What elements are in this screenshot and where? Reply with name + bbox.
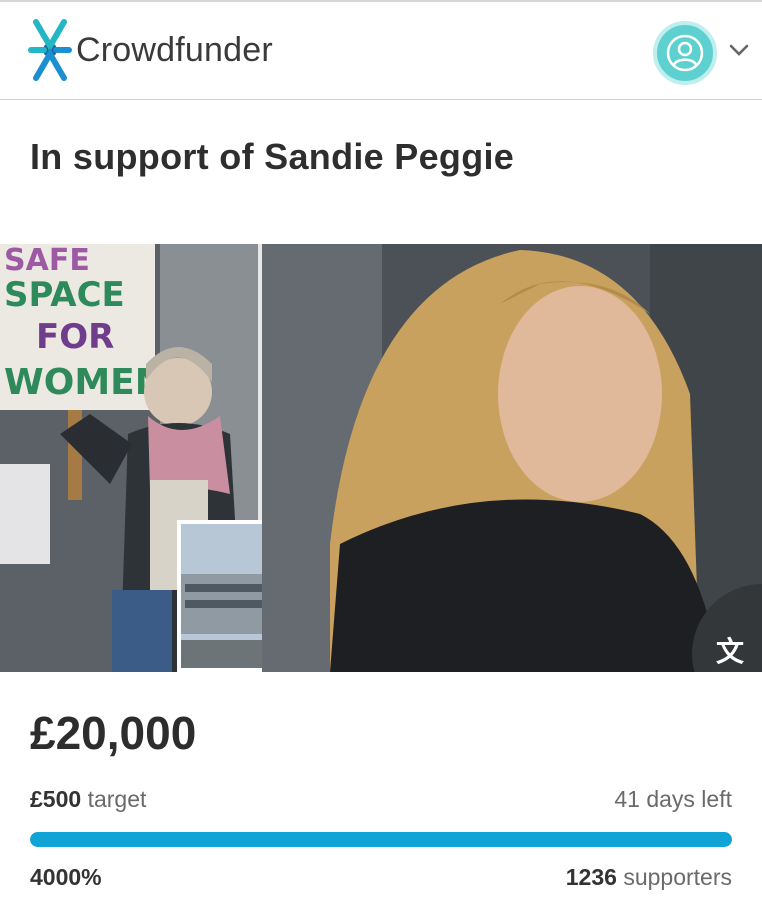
progress-bar-fill: [30, 832, 732, 847]
brand-name: Crowdfunder: [76, 30, 273, 69]
supporters-label: supporters: [623, 864, 732, 890]
days-left: 41 days left: [614, 786, 732, 812]
site-header: Crowdfunder: [0, 2, 762, 100]
sign-line-4: WOMEN: [4, 362, 165, 403]
translate-icon[interactable]: 文A: [716, 630, 760, 672]
target-label: target: [87, 786, 147, 812]
supporters-number: 1236: [565, 864, 617, 890]
target-amount: £500: [30, 786, 82, 812]
amount-raised: £20,000: [30, 707, 197, 759]
target-row: £500 target 41 days left: [30, 786, 732, 813]
sign-line-3: FOR: [36, 317, 114, 357]
progress-bar: [30, 832, 732, 847]
sign-line-1: SAFE: [4, 244, 90, 278]
user-avatar-button[interactable]: [653, 21, 717, 85]
stats-row: 4000% 1236 supporters: [30, 864, 732, 891]
campaign-image[interactable]: SAFE SPACE FOR WOMEN 文A: [0, 244, 762, 672]
user-avatar-icon: [666, 34, 704, 72]
progress-percent: 4000%: [30, 864, 102, 890]
crowdfunder-logo-icon: [28, 19, 72, 81]
crowdfunder-logo[interactable]: Crowdfunder: [28, 18, 273, 82]
supporters-count: 1236 supporters: [566, 864, 732, 891]
campaign-photo-collage: SAFE SPACE FOR WOMEN: [0, 244, 762, 672]
chevron-down-icon[interactable]: [728, 42, 750, 58]
campaign-title: In support of Sandie Peggie: [30, 136, 515, 177]
sign-line-2: SPACE: [4, 275, 125, 315]
